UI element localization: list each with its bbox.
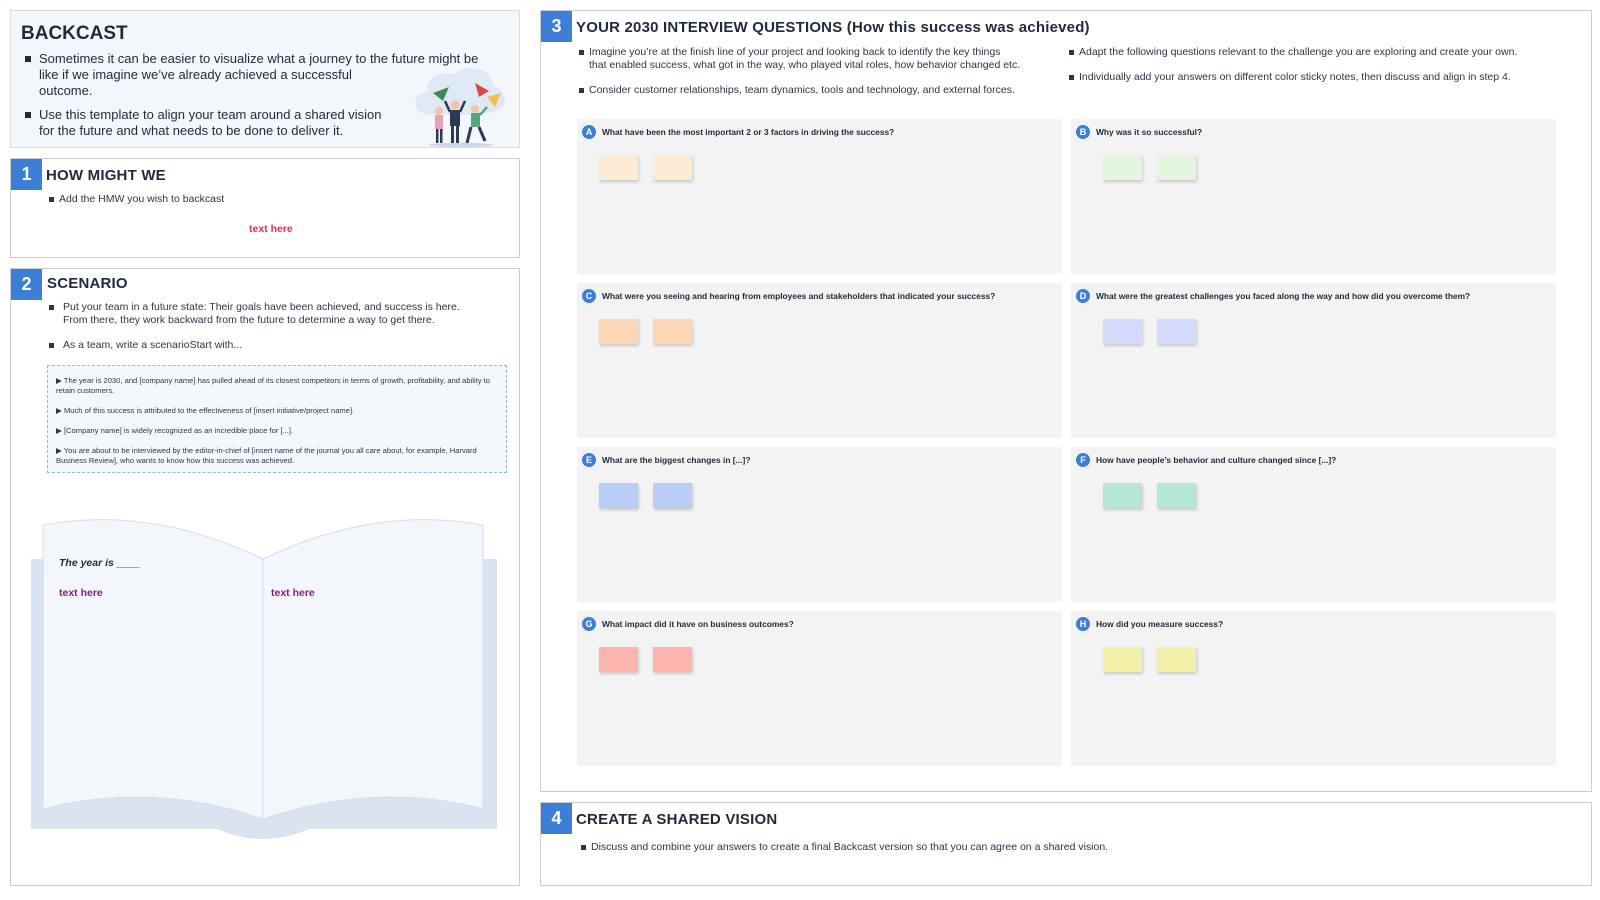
question-text: What have been the most important 2 or 3… bbox=[602, 127, 895, 137]
question-letter-badge: D bbox=[1076, 289, 1090, 303]
sticky-note[interactable] bbox=[1157, 155, 1196, 180]
question-card-a[interactable]: A What have been the most important 2 or… bbox=[577, 119, 1062, 274]
shared-vision-instruction: Discuss and combine your answers to crea… bbox=[581, 841, 1108, 854]
scenario-prompt-box: ▶ The year is 2030, and [company name] h… bbox=[47, 365, 507, 473]
question-card-b[interactable]: B Why was it so successful? bbox=[1071, 119, 1556, 274]
question-text: How did you measure success? bbox=[1096, 619, 1224, 629]
step-number-badge: 4 bbox=[541, 803, 572, 834]
question-text: Why was it so successful? bbox=[1096, 127, 1203, 137]
interview-instruction-3: Adapt the following questions relevant t… bbox=[1069, 46, 1517, 59]
interview-instruction-4: Individually add your answers on differe… bbox=[1069, 71, 1511, 84]
open-book-illustration bbox=[31, 519, 497, 839]
interview-instruction-1: Imagine you’re at the finish line of you… bbox=[579, 46, 1059, 72]
question-letter-badge: A bbox=[582, 125, 596, 139]
shared-vision-panel: 4 CREATE A SHARED VISION Discuss and com… bbox=[540, 802, 1592, 886]
step-number-badge: 3 bbox=[541, 11, 572, 42]
sticky-note[interactable] bbox=[653, 319, 692, 344]
book-left-text-field[interactable]: text here bbox=[59, 587, 103, 599]
book-right-text-field[interactable]: text here bbox=[271, 587, 315, 599]
section-title: SCENARIO bbox=[47, 275, 128, 292]
question-card-g[interactable]: G What impact did it have on business ou… bbox=[577, 611, 1062, 766]
question-card-f[interactable]: F How have people’s behavior and culture… bbox=[1071, 447, 1556, 602]
section-title: CREATE A SHARED VISION bbox=[576, 811, 778, 828]
scenario-instruction-2: As a team, write a scenarioStart with... bbox=[49, 339, 242, 352]
section-title: YOUR 2030 INTERVIEW QUESTIONS (How this … bbox=[576, 19, 1090, 36]
question-text: What impact did it have on business outc… bbox=[602, 619, 794, 629]
question-card-e[interactable]: E What are the biggest changes in [...]? bbox=[577, 447, 1062, 602]
question-letter-badge: B bbox=[1076, 125, 1090, 139]
sticky-note[interactable] bbox=[653, 483, 692, 508]
scenario-panel: 2 SCENARIO Put your team in a future sta… bbox=[10, 268, 520, 886]
intro-bullet-2: Use this template to align your team aro… bbox=[25, 107, 415, 139]
question-card-c[interactable]: C What were you seeing and hearing from … bbox=[577, 283, 1062, 438]
sticky-note[interactable] bbox=[1157, 647, 1196, 672]
question-text: What are the biggest changes in [...]? bbox=[602, 455, 751, 465]
step-number-badge: 2 bbox=[11, 269, 42, 300]
backcast-intro-panel: BACKCAST Sometimes it can be easier to v… bbox=[10, 10, 520, 148]
sticky-note[interactable] bbox=[653, 155, 692, 180]
how-might-we-panel: 1 HOW MIGHT WE Add the HMW you wish to b… bbox=[10, 158, 520, 258]
sticky-note[interactable] bbox=[1103, 647, 1142, 672]
sticky-note[interactable] bbox=[1103, 483, 1142, 508]
question-letter-badge: E bbox=[582, 453, 596, 467]
sticky-note[interactable] bbox=[599, 155, 638, 180]
scenario-instruction-1: Put your team in a future state: Their g… bbox=[49, 301, 509, 327]
question-letter-badge: G bbox=[582, 617, 596, 631]
sticky-note[interactable] bbox=[1157, 319, 1196, 344]
scenario-line: ▶ [Company name] is widely recognized as… bbox=[56, 426, 294, 435]
sticky-note[interactable] bbox=[599, 647, 638, 672]
sticky-note[interactable] bbox=[599, 483, 638, 508]
sticky-note[interactable] bbox=[1103, 319, 1142, 344]
sticky-note[interactable] bbox=[653, 647, 692, 672]
section-title: HOW MIGHT WE bbox=[46, 167, 166, 184]
team-celebration-illustration bbox=[415, 68, 505, 147]
hmw-instruction: Add the HMW you wish to backcast bbox=[49, 193, 224, 206]
sticky-note[interactable] bbox=[1103, 155, 1142, 180]
scenario-line: ▶ Much of this success is attributed to … bbox=[56, 406, 355, 415]
interview-questions-panel: 3 YOUR 2030 INTERVIEW QUESTIONS (How thi… bbox=[540, 10, 1592, 792]
scenario-line: ▶ You are about to be interviewed by the… bbox=[56, 446, 477, 465]
scenario-line: ▶ The year is 2030, and [company name] h… bbox=[56, 376, 490, 395]
sticky-note[interactable] bbox=[1157, 483, 1196, 508]
question-card-d[interactable]: D What were the greatest challenges you … bbox=[1071, 283, 1556, 438]
question-letter-badge: H bbox=[1076, 617, 1090, 631]
book-year-prompt: The year is ____ bbox=[59, 557, 141, 569]
question-text: What were you seeing and hearing from em… bbox=[602, 291, 996, 301]
interview-instruction-2: Consider customer relationships, team dy… bbox=[579, 84, 1015, 97]
question-letter-badge: F bbox=[1076, 453, 1090, 467]
page-title: BACKCAST bbox=[21, 23, 128, 44]
question-card-h[interactable]: H How did you measure success? bbox=[1071, 611, 1556, 766]
question-letter-badge: C bbox=[582, 289, 596, 303]
step-number-badge: 1 bbox=[11, 159, 42, 190]
question-text: How have people’s behavior and culture c… bbox=[1096, 455, 1337, 465]
hmw-text-field[interactable]: text here bbox=[249, 223, 293, 235]
question-text: What were the greatest challenges you fa… bbox=[1096, 291, 1471, 301]
sticky-note[interactable] bbox=[599, 319, 638, 344]
